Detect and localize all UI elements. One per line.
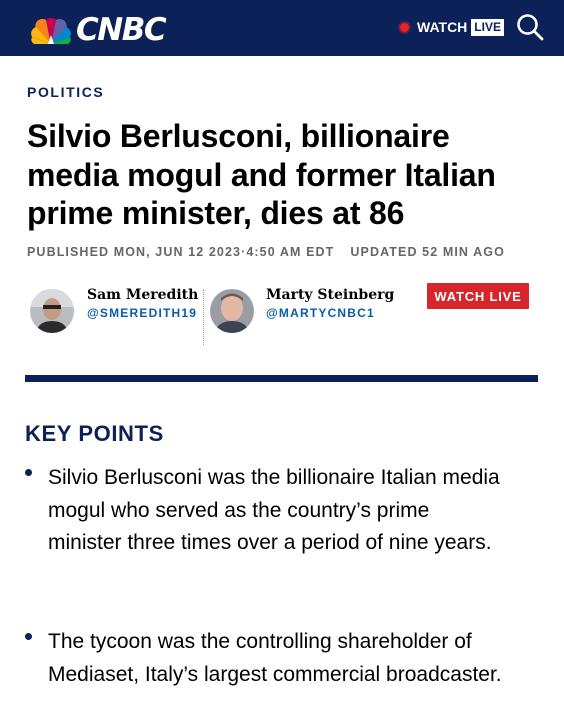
bullet-icon — [25, 633, 32, 640]
live-dot-icon — [400, 22, 409, 32]
avatar[interactable] — [30, 289, 74, 333]
live-badge: LIVE — [471, 18, 504, 36]
author-name[interactable]: Marty Steinberg — [266, 287, 394, 303]
key-point-item: Silvio Berlusconi was the billionaire It… — [48, 466, 500, 554]
key-points-title: KEY POINTS — [25, 421, 164, 446]
top-nav-bar: CNBC WATCH LIVE — [0, 0, 564, 56]
author-handle[interactable]: @SMEREDITH19 — [87, 306, 197, 320]
search-icon[interactable] — [515, 12, 545, 42]
author-divider — [203, 289, 204, 345]
published-time: PUBLISHED MON, JUN 12 2023·4:50 AM EDT — [27, 245, 335, 259]
author-handle[interactable]: @MARTYCNBC1 — [266, 306, 375, 320]
article-headline: Silvio Berlusconi, billionaire media mog… — [27, 118, 496, 231]
logo-wordmark: CNBC — [76, 12, 167, 48]
bullet-icon — [25, 469, 32, 476]
article-timestamps: PUBLISHED MON, JUN 12 2023·4:50 AM EDT UP… — [27, 245, 505, 259]
peacock-icon — [31, 17, 71, 44]
avatar[interactable] — [210, 289, 254, 333]
updated-time: UPDATED 52 MIN AGO — [350, 245, 505, 259]
watch-live-nav[interactable]: WATCH LIVE — [400, 17, 504, 37]
key-point-item: The tycoon was the controlling sharehold… — [48, 630, 502, 686]
watch-live-button[interactable]: WATCH LIVE — [427, 283, 529, 309]
section-rule — [25, 375, 538, 382]
watch-label: WATCH — [417, 19, 468, 35]
section-label[interactable]: POLITICS — [27, 84, 104, 100]
author-name[interactable]: Sam Meredith — [87, 287, 198, 303]
cnbc-logo[interactable]: CNBC — [28, 12, 167, 48]
